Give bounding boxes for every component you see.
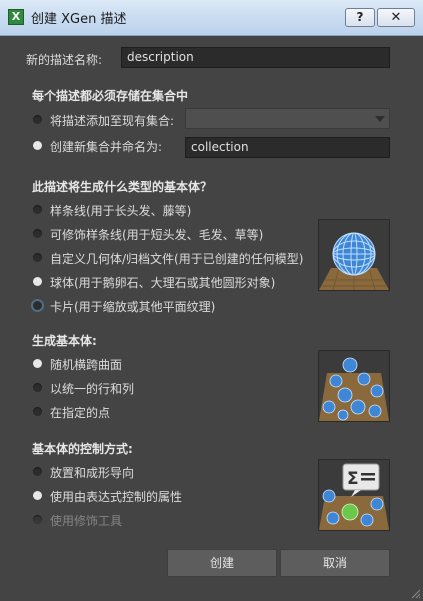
create-button[interactable]: 创建 bbox=[167, 549, 277, 577]
primitive-type-radio-splines[interactable] bbox=[33, 205, 42, 214]
primitive-type-radio-custom-geometry[interactable] bbox=[33, 253, 42, 262]
new-collection-name-input[interactable]: collection bbox=[185, 137, 390, 158]
primitive-type-label-splines[interactable]: 样条线(用于长头发、藤等) bbox=[50, 202, 191, 219]
control-label-expressions[interactable]: 使用由表达式控制的属性 bbox=[50, 488, 182, 505]
primitive-type-radio-spheres[interactable] bbox=[33, 277, 42, 286]
primitive-type-radio-cards[interactable] bbox=[33, 301, 42, 310]
add-to-existing-collection-radio[interactable] bbox=[33, 115, 42, 124]
control-label-groom-tools: 使用修饰工具 bbox=[50, 514, 123, 528]
collection-section-title: 每个描述都必须存储在集合中 bbox=[32, 89, 189, 103]
svg-text:Σ: Σ bbox=[347, 469, 359, 489]
generate-radio-specified-points[interactable] bbox=[33, 407, 42, 416]
sphere-primitive-icon bbox=[318, 219, 390, 291]
primitive-type-label-custom-geometry[interactable]: 自定义几何体/归档文件(用于已创建的任何模型) bbox=[50, 250, 303, 267]
control-radio-expressions[interactable] bbox=[33, 491, 42, 500]
cancel-button[interactable]: 取消 bbox=[280, 549, 390, 577]
title-bar[interactable]: X 创建 XGen 描述 ? ✕ bbox=[0, 0, 423, 36]
create-xgen-description-dialog: X 创建 XGen 描述 ? ✕ 新的描述名称: description 每个描… bbox=[0, 0, 423, 601]
chevron-down-icon bbox=[375, 116, 385, 122]
generate-radio-uniform[interactable] bbox=[33, 383, 42, 392]
xgen-app-icon: X bbox=[8, 9, 24, 25]
control-label-guides[interactable]: 放置和成形导向 bbox=[50, 464, 134, 481]
close-button[interactable]: ✕ bbox=[377, 8, 415, 27]
random-spheres-icon bbox=[318, 350, 390, 422]
resize-grip-icon[interactable] bbox=[409, 587, 421, 599]
primitive-type-section-title: 此描述将生成什么类型的基本体？ bbox=[32, 180, 213, 194]
control-radio-groom-tools bbox=[33, 515, 42, 524]
help-button[interactable]: ? bbox=[345, 8, 375, 27]
expression-spheres-icon: Σ bbox=[318, 459, 390, 531]
generate-label-uniform[interactable]: 以统一的行和列 bbox=[50, 380, 134, 397]
primitive-type-label-groomable-splines[interactable]: 可修饰样条线(用于短头发、毛发、草等) bbox=[50, 226, 263, 243]
dialog-body: 新的描述名称: description 每个描述都必须存储在集合中 将描述添加至… bbox=[8, 37, 415, 594]
window-title: 创建 XGen 描述 bbox=[31, 12, 127, 27]
generate-section-title: 生成基本体: bbox=[32, 334, 97, 348]
generate-label-specified-points[interactable]: 在指定的点 bbox=[50, 404, 110, 421]
generate-label-random[interactable]: 随机横跨曲面 bbox=[50, 356, 122, 373]
existing-collection-dropdown[interactable] bbox=[185, 108, 390, 129]
primitive-type-radio-groomable-splines[interactable] bbox=[33, 229, 42, 238]
primitive-type-label-cards[interactable]: 卡片(用于缩放或其他平面纹理) bbox=[50, 298, 215, 315]
generate-radio-random[interactable] bbox=[33, 359, 42, 368]
create-new-collection-radio[interactable] bbox=[33, 141, 42, 150]
add-to-existing-collection-label[interactable]: 将描述添加至现有集合: bbox=[50, 112, 174, 129]
create-new-collection-label[interactable]: 创建新集合并命名为: bbox=[50, 138, 162, 155]
description-name-label: 新的描述名称: bbox=[26, 53, 103, 67]
description-name-input[interactable]: description bbox=[121, 47, 390, 68]
control-radio-guides[interactable] bbox=[33, 467, 42, 476]
control-section-title: 基本体的控制方式: bbox=[32, 442, 133, 456]
primitive-type-label-spheres[interactable]: 球体(用于鹅卵石、大理石或其他圆形对象) bbox=[50, 274, 275, 291]
